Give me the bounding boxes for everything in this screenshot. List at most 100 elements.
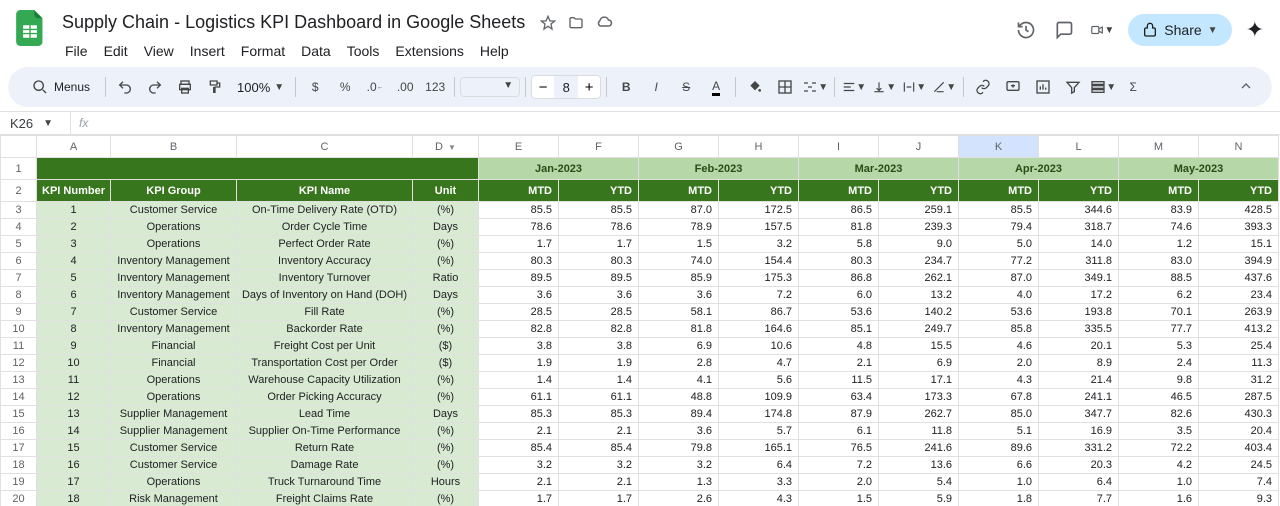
cell[interactable]: 10.6 bbox=[719, 338, 799, 355]
cell[interactable]: 11.8 bbox=[879, 423, 959, 440]
cell[interactable]: 6.4 bbox=[719, 457, 799, 474]
row-header[interactable]: 1 bbox=[1, 158, 37, 180]
cell[interactable]: 4.2 bbox=[1119, 457, 1199, 474]
cell[interactable]: 7 bbox=[37, 304, 111, 321]
cell[interactable]: 86.5 bbox=[799, 202, 879, 219]
cell[interactable]: 83.0 bbox=[1119, 253, 1199, 270]
cell[interactable]: (%) bbox=[413, 236, 479, 253]
insert-comment-icon[interactable] bbox=[999, 73, 1027, 101]
cell[interactable]: 3.6 bbox=[639, 423, 719, 440]
decrease-decimal-icon[interactable]: .0← bbox=[361, 73, 389, 101]
cell[interactable]: 3.6 bbox=[639, 287, 719, 304]
cell[interactable]: 76.5 bbox=[799, 440, 879, 457]
cell[interactable]: 1.0 bbox=[1119, 474, 1199, 491]
cell[interactable]: 1.8 bbox=[959, 491, 1039, 506]
cell[interactable]: 4.3 bbox=[959, 372, 1039, 389]
cell[interactable]: 335.5 bbox=[1039, 321, 1119, 338]
cell[interactable]: (%) bbox=[413, 457, 479, 474]
cell[interactable]: 15.1 bbox=[1199, 236, 1279, 253]
cell[interactable]: Return Rate bbox=[237, 440, 413, 457]
cell[interactable]: 1.9 bbox=[479, 355, 559, 372]
cell[interactable]: 9 bbox=[37, 338, 111, 355]
cell[interactable]: 437.6 bbox=[1199, 270, 1279, 287]
cell[interactable]: Transportation Cost per Order bbox=[237, 355, 413, 372]
cell[interactable]: Days bbox=[413, 287, 479, 304]
cell[interactable]: Customer Service bbox=[111, 304, 237, 321]
collapse-toolbar-icon[interactable] bbox=[1234, 74, 1258, 101]
cell[interactable]: 165.1 bbox=[719, 440, 799, 457]
cell[interactable]: 5.3 bbox=[1119, 338, 1199, 355]
cell[interactable]: 58.1 bbox=[639, 304, 719, 321]
font-decrease-button[interactable]: − bbox=[532, 76, 554, 98]
cell[interactable]: 175.3 bbox=[719, 270, 799, 287]
cell[interactable]: 5.4 bbox=[879, 474, 959, 491]
cell[interactable]: (%) bbox=[413, 304, 479, 321]
cell[interactable]: 6 bbox=[37, 287, 111, 304]
row-header[interactable]: 15 bbox=[1, 406, 37, 423]
merge-cells-icon[interactable]: ▼ bbox=[801, 73, 829, 101]
cell[interactable]: 4.6 bbox=[959, 338, 1039, 355]
row-header[interactable]: 12 bbox=[1, 355, 37, 372]
cell[interactable]: 3.8 bbox=[479, 338, 559, 355]
cell[interactable]: 23.4 bbox=[1199, 287, 1279, 304]
col-header[interactable]: L bbox=[1039, 136, 1119, 158]
cell[interactable]: 347.7 bbox=[1039, 406, 1119, 423]
cell[interactable]: Operations bbox=[111, 474, 237, 491]
cell[interactable]: 15.5 bbox=[879, 338, 959, 355]
increase-decimal-icon[interactable]: .00 bbox=[391, 73, 419, 101]
row-header[interactable]: 2 bbox=[1, 180, 37, 202]
cell[interactable]: 81.8 bbox=[639, 321, 719, 338]
cell[interactable]: 428.5 bbox=[1199, 202, 1279, 219]
cell[interactable]: 72.2 bbox=[1119, 440, 1199, 457]
cell[interactable]: Supplier Management bbox=[111, 406, 237, 423]
document-title[interactable]: Supply Chain - Logistics KPI Dashboard i… bbox=[58, 10, 529, 35]
meet-icon[interactable]: ▼ bbox=[1090, 18, 1114, 42]
cell[interactable]: 70.1 bbox=[1119, 304, 1199, 321]
menu-file[interactable]: File bbox=[58, 39, 95, 63]
cell[interactable]: 88.5 bbox=[1119, 270, 1199, 287]
share-button[interactable]: Share ▼ bbox=[1128, 14, 1231, 46]
cell[interactable]: 48.8 bbox=[639, 389, 719, 406]
cell[interactable]: 6.0 bbox=[799, 287, 879, 304]
cell[interactable]: 24.5 bbox=[1199, 457, 1279, 474]
font-size-control[interactable]: − 8 + bbox=[531, 75, 601, 99]
cell[interactable]: 311.8 bbox=[1039, 253, 1119, 270]
cell[interactable]: 80.3 bbox=[799, 253, 879, 270]
cell[interactable]: Inventory Management bbox=[111, 253, 237, 270]
link-icon[interactable] bbox=[969, 73, 997, 101]
spreadsheet-grid[interactable]: ABCD ▼EFGHIJKLMN1Jan-2023Feb-2023Mar-202… bbox=[0, 135, 1280, 506]
cell[interactable]: 331.2 bbox=[1039, 440, 1119, 457]
cell[interactable]: 2.4 bbox=[1119, 355, 1199, 372]
cell[interactable]: 1.0 bbox=[959, 474, 1039, 491]
cell[interactable]: (%) bbox=[413, 440, 479, 457]
cell[interactable]: 349.1 bbox=[1039, 270, 1119, 287]
cell[interactable]: 109.9 bbox=[719, 389, 799, 406]
cell[interactable]: 1.7 bbox=[559, 236, 639, 253]
cell[interactable]: 8 bbox=[37, 321, 111, 338]
cell[interactable]: 2.1 bbox=[479, 423, 559, 440]
cell[interactable]: (%) bbox=[413, 423, 479, 440]
cell[interactable]: 5 bbox=[37, 270, 111, 287]
cell[interactable]: (%) bbox=[413, 321, 479, 338]
cell[interactable]: 3.3 bbox=[719, 474, 799, 491]
cell[interactable]: 2.0 bbox=[799, 474, 879, 491]
menu-help[interactable]: Help bbox=[473, 39, 516, 63]
font-increase-button[interactable]: + bbox=[578, 76, 600, 98]
cell[interactable]: 2.1 bbox=[799, 355, 879, 372]
cell[interactable]: 82.8 bbox=[479, 321, 559, 338]
col-header[interactable]: J bbox=[879, 136, 959, 158]
cell[interactable]: Inventory Management bbox=[111, 287, 237, 304]
cell[interactable]: 6.1 bbox=[799, 423, 879, 440]
cell[interactable]: 20.3 bbox=[1039, 457, 1119, 474]
cell[interactable]: 86.7 bbox=[719, 304, 799, 321]
cell[interactable]: 5.7 bbox=[719, 423, 799, 440]
paint-format-icon[interactable] bbox=[201, 73, 229, 101]
cell[interactable]: 403.4 bbox=[1199, 440, 1279, 457]
cell[interactable]: 3 bbox=[37, 236, 111, 253]
rotation-icon[interactable]: ▼ bbox=[930, 73, 958, 101]
row-header[interactable]: 9 bbox=[1, 304, 37, 321]
row-header[interactable]: 8 bbox=[1, 287, 37, 304]
cell[interactable]: 1.3 bbox=[639, 474, 719, 491]
cell[interactable]: 85.0 bbox=[959, 406, 1039, 423]
cell[interactable]: 4.0 bbox=[959, 287, 1039, 304]
